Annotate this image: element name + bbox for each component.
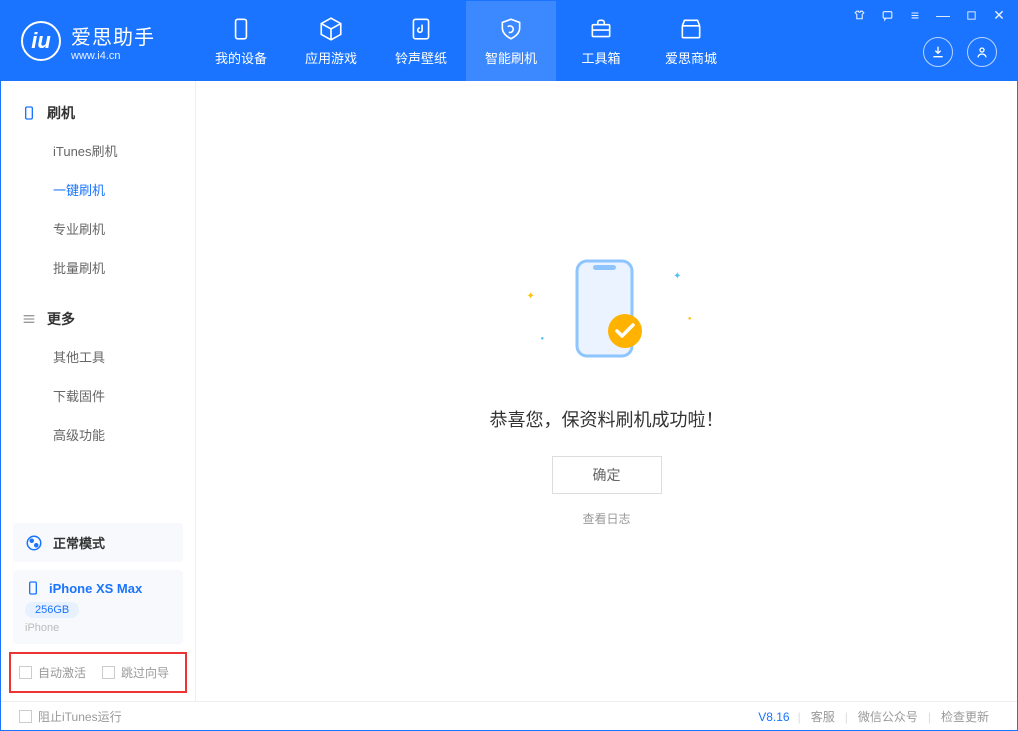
success-message: 恭喜您，保资料刷机成功啦！	[490, 406, 724, 432]
nav-tabs: 我的设备 应用游戏 铃声壁纸 智能刷机 工具箱 爱思商城	[196, 1, 736, 81]
tab-label: 应用游戏	[305, 48, 357, 67]
mode-box[interactable]: 正常模式	[13, 523, 183, 562]
mode-label: 正常模式	[53, 533, 105, 552]
toolbox-icon	[588, 16, 614, 42]
sidebar-item-advanced[interactable]: 高级功能	[1, 415, 195, 454]
cube-icon	[318, 16, 344, 42]
sidebar-item-pro-flash[interactable]: 专业刷机	[1, 209, 195, 248]
sidebar-item-itunes-flash[interactable]: iTunes刷机	[1, 131, 195, 170]
checkbox-label: 阻止iTunes运行	[38, 708, 122, 725]
maximize-button[interactable]	[963, 7, 979, 23]
phone-small-icon	[25, 580, 41, 596]
device-type: iPhone	[25, 622, 171, 634]
checkbox-icon	[102, 666, 115, 679]
tab-toolbox[interactable]: 工具箱	[556, 1, 646, 81]
checkbox-label: 跳过向导	[121, 664, 169, 681]
tab-label: 我的设备	[215, 48, 267, 67]
checkbox-icon	[19, 710, 32, 723]
tab-ringtones[interactable]: 铃声壁纸	[376, 1, 466, 81]
ok-button[interactable]: 确定	[552, 456, 662, 494]
sidebar-item-batch-flash[interactable]: 批量刷机	[1, 248, 195, 287]
section-title: 刷机	[47, 103, 75, 123]
minimize-button[interactable]: —	[935, 7, 951, 23]
checkbox-stop-itunes[interactable]: 阻止iTunes运行	[19, 708, 122, 725]
app-site: www.i4.cn	[71, 50, 155, 62]
header-actions	[923, 37, 997, 67]
checkbox-icon	[19, 666, 32, 679]
skin-icon[interactable]	[851, 7, 867, 23]
tab-store[interactable]: 爱思商城	[646, 1, 736, 81]
close-button[interactable]: ✕	[991, 7, 1007, 23]
device-box[interactable]: iPhone XS Max 256GB iPhone	[13, 570, 183, 644]
device-name: iPhone XS Max	[49, 581, 142, 596]
footer: 阻止iTunes运行 V8.16 | 客服 | 微信公众号 | 检查更新	[1, 701, 1017, 731]
tab-apps-games[interactable]: 应用游戏	[286, 1, 376, 81]
window-controls: ≡ — ✕	[851, 7, 1007, 23]
refresh-shield-icon	[498, 16, 524, 42]
main-content: ✦ ● ✦ ● 恭喜您，保资料刷机成功啦！ 确定 查看日志	[196, 81, 1017, 701]
mode-icon	[25, 534, 43, 552]
list-icon	[21, 311, 37, 327]
device-capacity: 256GB	[25, 602, 79, 618]
tab-label: 爱思商城	[665, 48, 717, 67]
checkbox-auto-activate[interactable]: 自动激活	[19, 664, 86, 681]
tab-smart-flash[interactable]: 智能刷机	[466, 1, 556, 81]
sidebar-item-oneclick-flash[interactable]: 一键刷机	[1, 170, 195, 209]
sidebar: 刷机 iTunes刷机 一键刷机 专业刷机 批量刷机 更多 其他工具 下载固件 …	[1, 81, 196, 701]
logo[interactable]: iu 爱思助手 www.i4.cn	[1, 21, 196, 62]
footer-link-update[interactable]: 检查更新	[931, 708, 999, 725]
view-log-link[interactable]: 查看日志	[582, 510, 630, 527]
sidebar-item-download-firmware[interactable]: 下载固件	[1, 376, 195, 415]
logo-icon: iu	[21, 21, 61, 61]
menu-icon[interactable]: ≡	[907, 7, 923, 23]
download-icon	[930, 44, 946, 60]
user-icon	[974, 44, 990, 60]
tab-label: 智能刷机	[485, 48, 537, 67]
phone-icon	[228, 16, 254, 42]
device-icon	[21, 105, 37, 121]
feedback-icon[interactable]	[879, 7, 895, 23]
download-button[interactable]	[923, 37, 953, 67]
tab-my-device[interactable]: 我的设备	[196, 1, 286, 81]
user-button[interactable]	[967, 37, 997, 67]
highlighted-options: 自动激活 跳过向导	[9, 652, 187, 693]
version-label: V8.16	[758, 710, 797, 724]
section-title: 更多	[47, 309, 75, 329]
music-file-icon	[408, 16, 434, 42]
tab-label: 铃声壁纸	[395, 48, 447, 67]
success-illustration: ✦ ● ✦ ●	[547, 256, 667, 386]
checkbox-skip-guide[interactable]: 跳过向导	[102, 664, 169, 681]
footer-link-wechat[interactable]: 微信公众号	[848, 708, 928, 725]
checkbox-label: 自动激活	[38, 664, 86, 681]
sidebar-section-more: 更多	[1, 301, 195, 337]
tab-label: 工具箱	[581, 48, 620, 67]
store-icon	[678, 16, 704, 42]
sidebar-item-other-tools[interactable]: 其他工具	[1, 337, 195, 376]
sidebar-section-flash: 刷机	[1, 95, 195, 131]
app-name: 爱思助手	[71, 21, 155, 50]
footer-link-cs[interactable]: 客服	[801, 708, 845, 725]
header: iu 爱思助手 www.i4.cn 我的设备 应用游戏 铃声壁纸 智能刷机 工具…	[1, 1, 1017, 81]
